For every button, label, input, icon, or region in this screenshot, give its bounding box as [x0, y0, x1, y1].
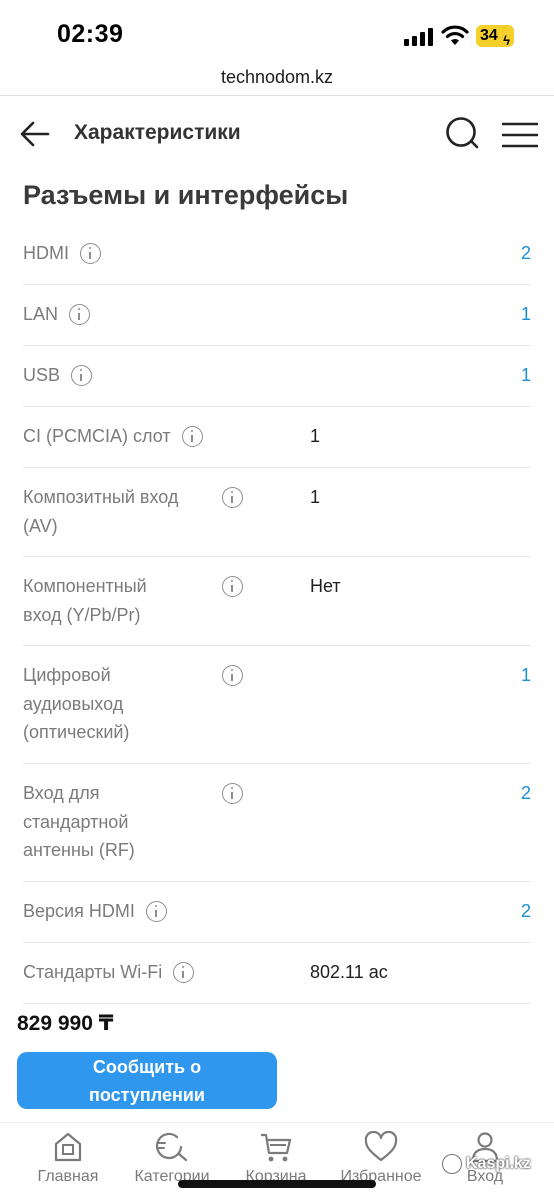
- spec-label: Цифровой аудиовыход (оптический): [23, 661, 129, 747]
- spec-row: CI (PCMCIA) слот 1: [23, 407, 531, 468]
- spec-row: Стандарты Wi-Fi 802.11 ac: [23, 943, 531, 1004]
- spec-label-line: HDMI: [23, 243, 69, 263]
- spec-label-line: (оптический): [23, 722, 130, 742]
- hamburger-menu-icon[interactable]: [502, 122, 538, 148]
- nav-item-favorites[interactable]: Избранное: [331, 1131, 431, 1200]
- spec-label: Версия HDMI: [23, 897, 135, 926]
- nav-label-home: Главная: [37, 1168, 99, 1185]
- spec-label-line: USB: [23, 365, 61, 385]
- spec-row: LAN 1: [23, 285, 531, 346]
- cellular-signal-icon: [404, 28, 434, 46]
- spec-row: HDMI 2: [23, 224, 531, 285]
- info-icon[interactable]: [69, 304, 90, 325]
- spec-label: USB: [23, 361, 60, 390]
- spec-row: Вход для стандартной антенны (RF) 2: [23, 764, 531, 882]
- search-icon[interactable]: [444, 115, 482, 153]
- info-icon[interactable]: [173, 962, 194, 983]
- nav-item-cart[interactable]: Корзина: [226, 1131, 326, 1200]
- spec-label: Композитный вход (AV): [23, 483, 178, 540]
- info-icon[interactable]: [146, 901, 167, 922]
- spec-value: 802.11 ac: [310, 962, 388, 982]
- spec-label-line: Композитный вход: [23, 487, 179, 507]
- nav-item-categories[interactable]: Категории: [122, 1131, 222, 1200]
- kaspi-logo-icon: [442, 1154, 462, 1174]
- notify-button-line-2: поступлении: [89, 1085, 205, 1105]
- info-icon[interactable]: [222, 665, 243, 686]
- info-icon[interactable]: [222, 783, 243, 804]
- spec-value[interactable]: 1: [521, 661, 531, 689]
- spec-label-line: Компонентный: [23, 576, 147, 596]
- info-icon[interactable]: [71, 365, 92, 386]
- spec-value[interactable]: 1: [521, 300, 531, 328]
- spec-label-line: CI (PCMCIA) слот: [23, 426, 171, 446]
- spec-label: Вход для стандартной антенны (RF): [23, 779, 135, 865]
- spec-value[interactable]: 1: [521, 361, 531, 389]
- section-title: Разъемы и интерфейсы: [23, 180, 349, 210]
- home-indicator: [178, 1180, 376, 1188]
- spec-value[interactable]: 2: [521, 897, 531, 925]
- browser-url[interactable]: technodom.kz: [0, 64, 554, 96]
- back-arrow-icon[interactable]: [20, 120, 50, 148]
- spec-label-line: вход (Y/Pb/Pr): [23, 604, 141, 625]
- spec-row: Композитный вход (AV) 1: [23, 468, 531, 557]
- spec-label-line: LAN: [23, 304, 59, 324]
- spec-value: 1: [310, 487, 321, 507]
- spec-label-line: стандартной: [23, 811, 129, 832]
- heart-icon: [364, 1131, 398, 1162]
- spec-label-line: Версия HDMI: [23, 901, 135, 921]
- info-icon[interactable]: [80, 243, 101, 264]
- page-title: Характеристики: [74, 121, 241, 144]
- spec-label-line: антенны (RF): [23, 840, 135, 860]
- page-header: Характеристики: [0, 96, 554, 174]
- spec-label: Стандарты Wi-Fi: [23, 958, 162, 987]
- spec-list: HDMI 2 LAN 1 USB 1 CI (PCMCIA) слот 1 Композитны…: [23, 224, 531, 1004]
- info-icon[interactable]: [222, 576, 243, 597]
- home-icon: [54, 1132, 82, 1162]
- spec-row: Версия HDMI 2: [23, 882, 531, 943]
- battery-level: 34: [480, 27, 498, 44]
- spec-value: 1: [310, 426, 321, 446]
- categories-search-icon: [155, 1132, 188, 1162]
- spec-value: Нет: [310, 576, 341, 596]
- spec-label: LAN: [23, 300, 58, 329]
- cart-icon: [261, 1133, 292, 1162]
- status-bar: 02:39 34 ϟ: [0, 0, 554, 64]
- watermark-text: Kaspi.kz: [466, 1155, 531, 1172]
- spec-label: CI (PCMCIA) слот: [23, 422, 171, 451]
- notify-when-available-button[interactable]: Сообщить о поступлении: [17, 1052, 277, 1109]
- nav-item-home[interactable]: Главная: [18, 1131, 118, 1200]
- kaspi-watermark: Kaspi.kz: [442, 1152, 531, 1176]
- spec-label-line: (AV): [23, 515, 58, 536]
- spec-value[interactable]: 2: [521, 779, 531, 807]
- battery-indicator: 34 ϟ: [476, 25, 514, 48]
- wifi-icon: [441, 25, 469, 45]
- charging-bolt-icon: ϟ: [503, 33, 510, 48]
- spec-row: Компонентный вход (Y/Pb/Pr) Нет: [23, 557, 531, 646]
- status-time: 02:39: [57, 20, 124, 48]
- info-icon[interactable]: [182, 426, 203, 447]
- spec-label: Компонентный вход (Y/Pb/Pr): [23, 572, 147, 629]
- spec-label-line: аудиовыход: [23, 693, 124, 714]
- info-icon[interactable]: [222, 487, 243, 508]
- product-price: 829 990 ₸: [17, 1012, 114, 1035]
- spec-label: HDMI: [23, 239, 69, 268]
- spec-label-line: Стандарты Wi-Fi: [23, 962, 163, 982]
- spec-label-line: Вход для: [23, 783, 100, 803]
- spec-row: Цифровой аудиовыход (оптический) 1: [23, 646, 531, 764]
- notify-button-line-1: Сообщить о: [92, 1057, 202, 1077]
- spec-value[interactable]: 2: [521, 239, 531, 267]
- spec-row: USB 1: [23, 346, 531, 407]
- spec-label-line: Цифровой: [23, 665, 111, 685]
